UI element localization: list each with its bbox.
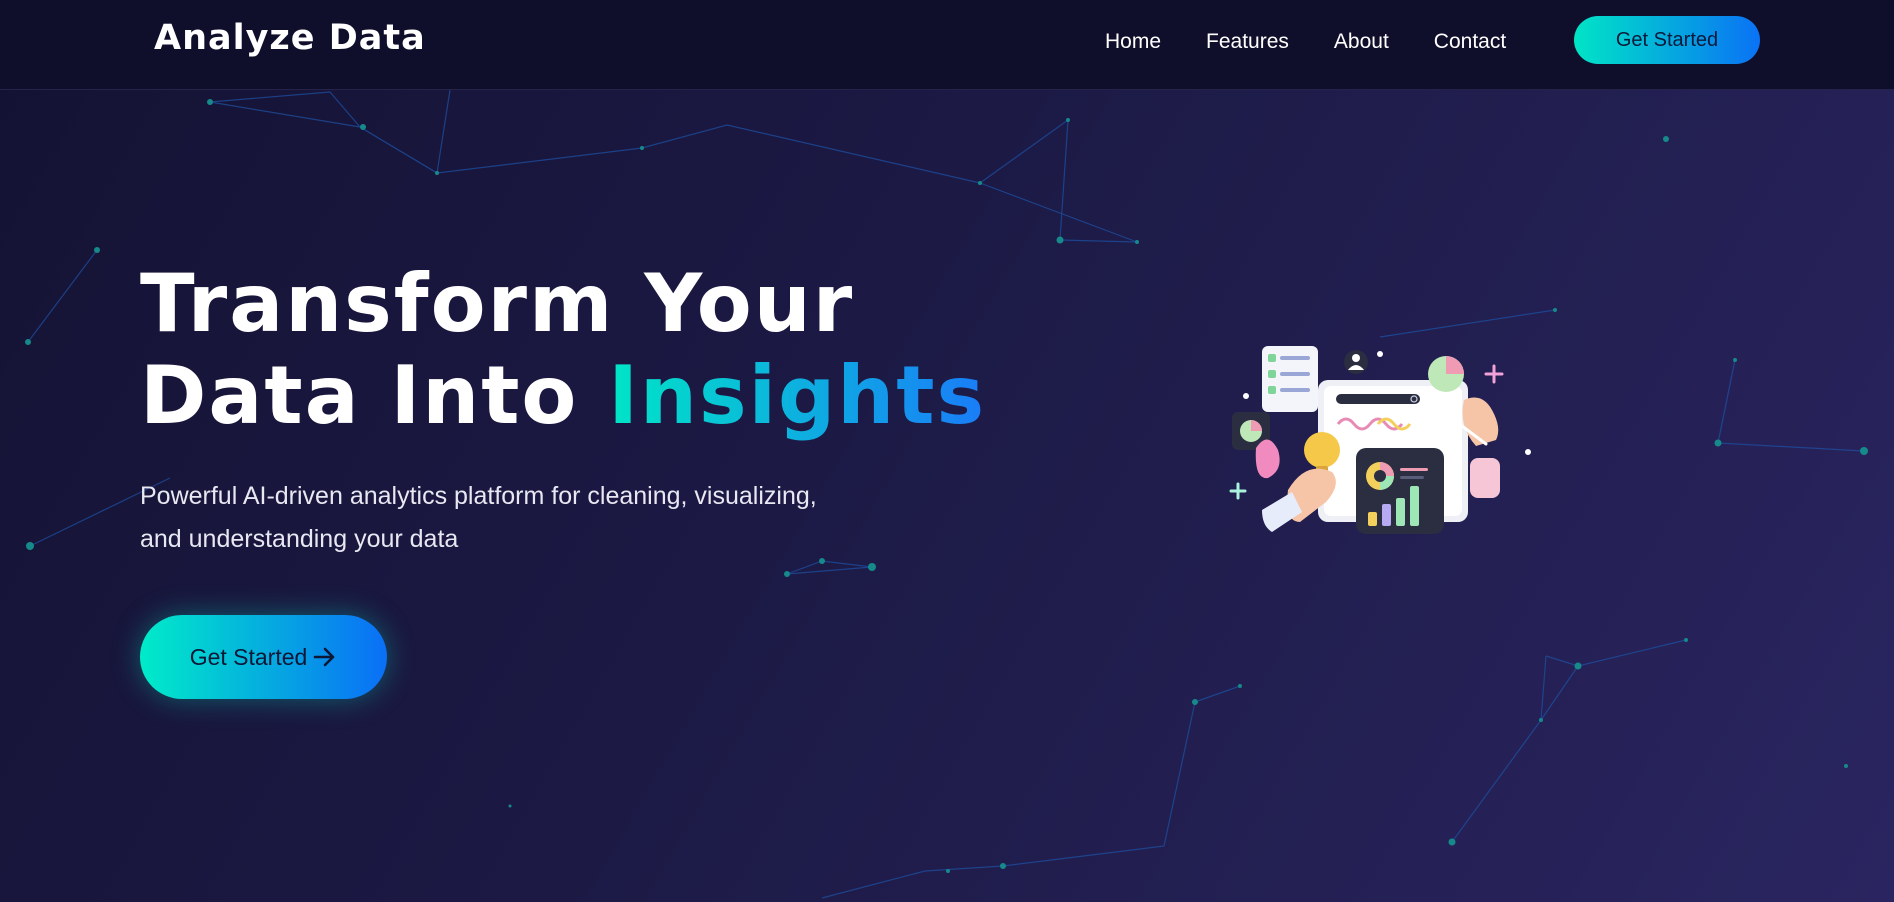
hero-subtitle-line2: and understanding your data	[140, 525, 459, 553]
arrow-right-icon	[314, 647, 335, 667]
hero-title: Transform Your Data Into Insights	[140, 258, 986, 442]
nav-links: Home Features About Contact	[1105, 28, 1551, 56]
nav-link-home[interactable]: Home	[1105, 28, 1161, 56]
hero-title-accent: Insights	[608, 349, 987, 442]
logo[interactable]: Analyze Data	[154, 18, 426, 58]
hero-subtitle-line1: Powerful AI-driven analytics platform fo…	[140, 482, 817, 510]
hero-title-line2-prefix: Data Into	[140, 349, 609, 442]
nav-link-features[interactable]: Features	[1206, 28, 1289, 56]
nav-get-started-button[interactable]: Get Started	[1574, 16, 1760, 64]
top-nav: Analyze Data Home Features About Contact…	[0, 0, 1894, 90]
hero-title-line1: Transform Your	[140, 257, 855, 350]
hero-subtitle: Powerful AI-driven analytics platform fo…	[140, 475, 920, 561]
nav-link-contact[interactable]: Contact	[1434, 28, 1506, 56]
nav-link-about[interactable]: About	[1334, 28, 1389, 56]
network-background	[25, 89, 1868, 899]
hero-cta-label: Get Started	[189, 643, 308, 670]
hero-get-started-button[interactable]: Get Started	[140, 615, 387, 699]
analytics-illustration	[1229, 346, 1531, 534]
